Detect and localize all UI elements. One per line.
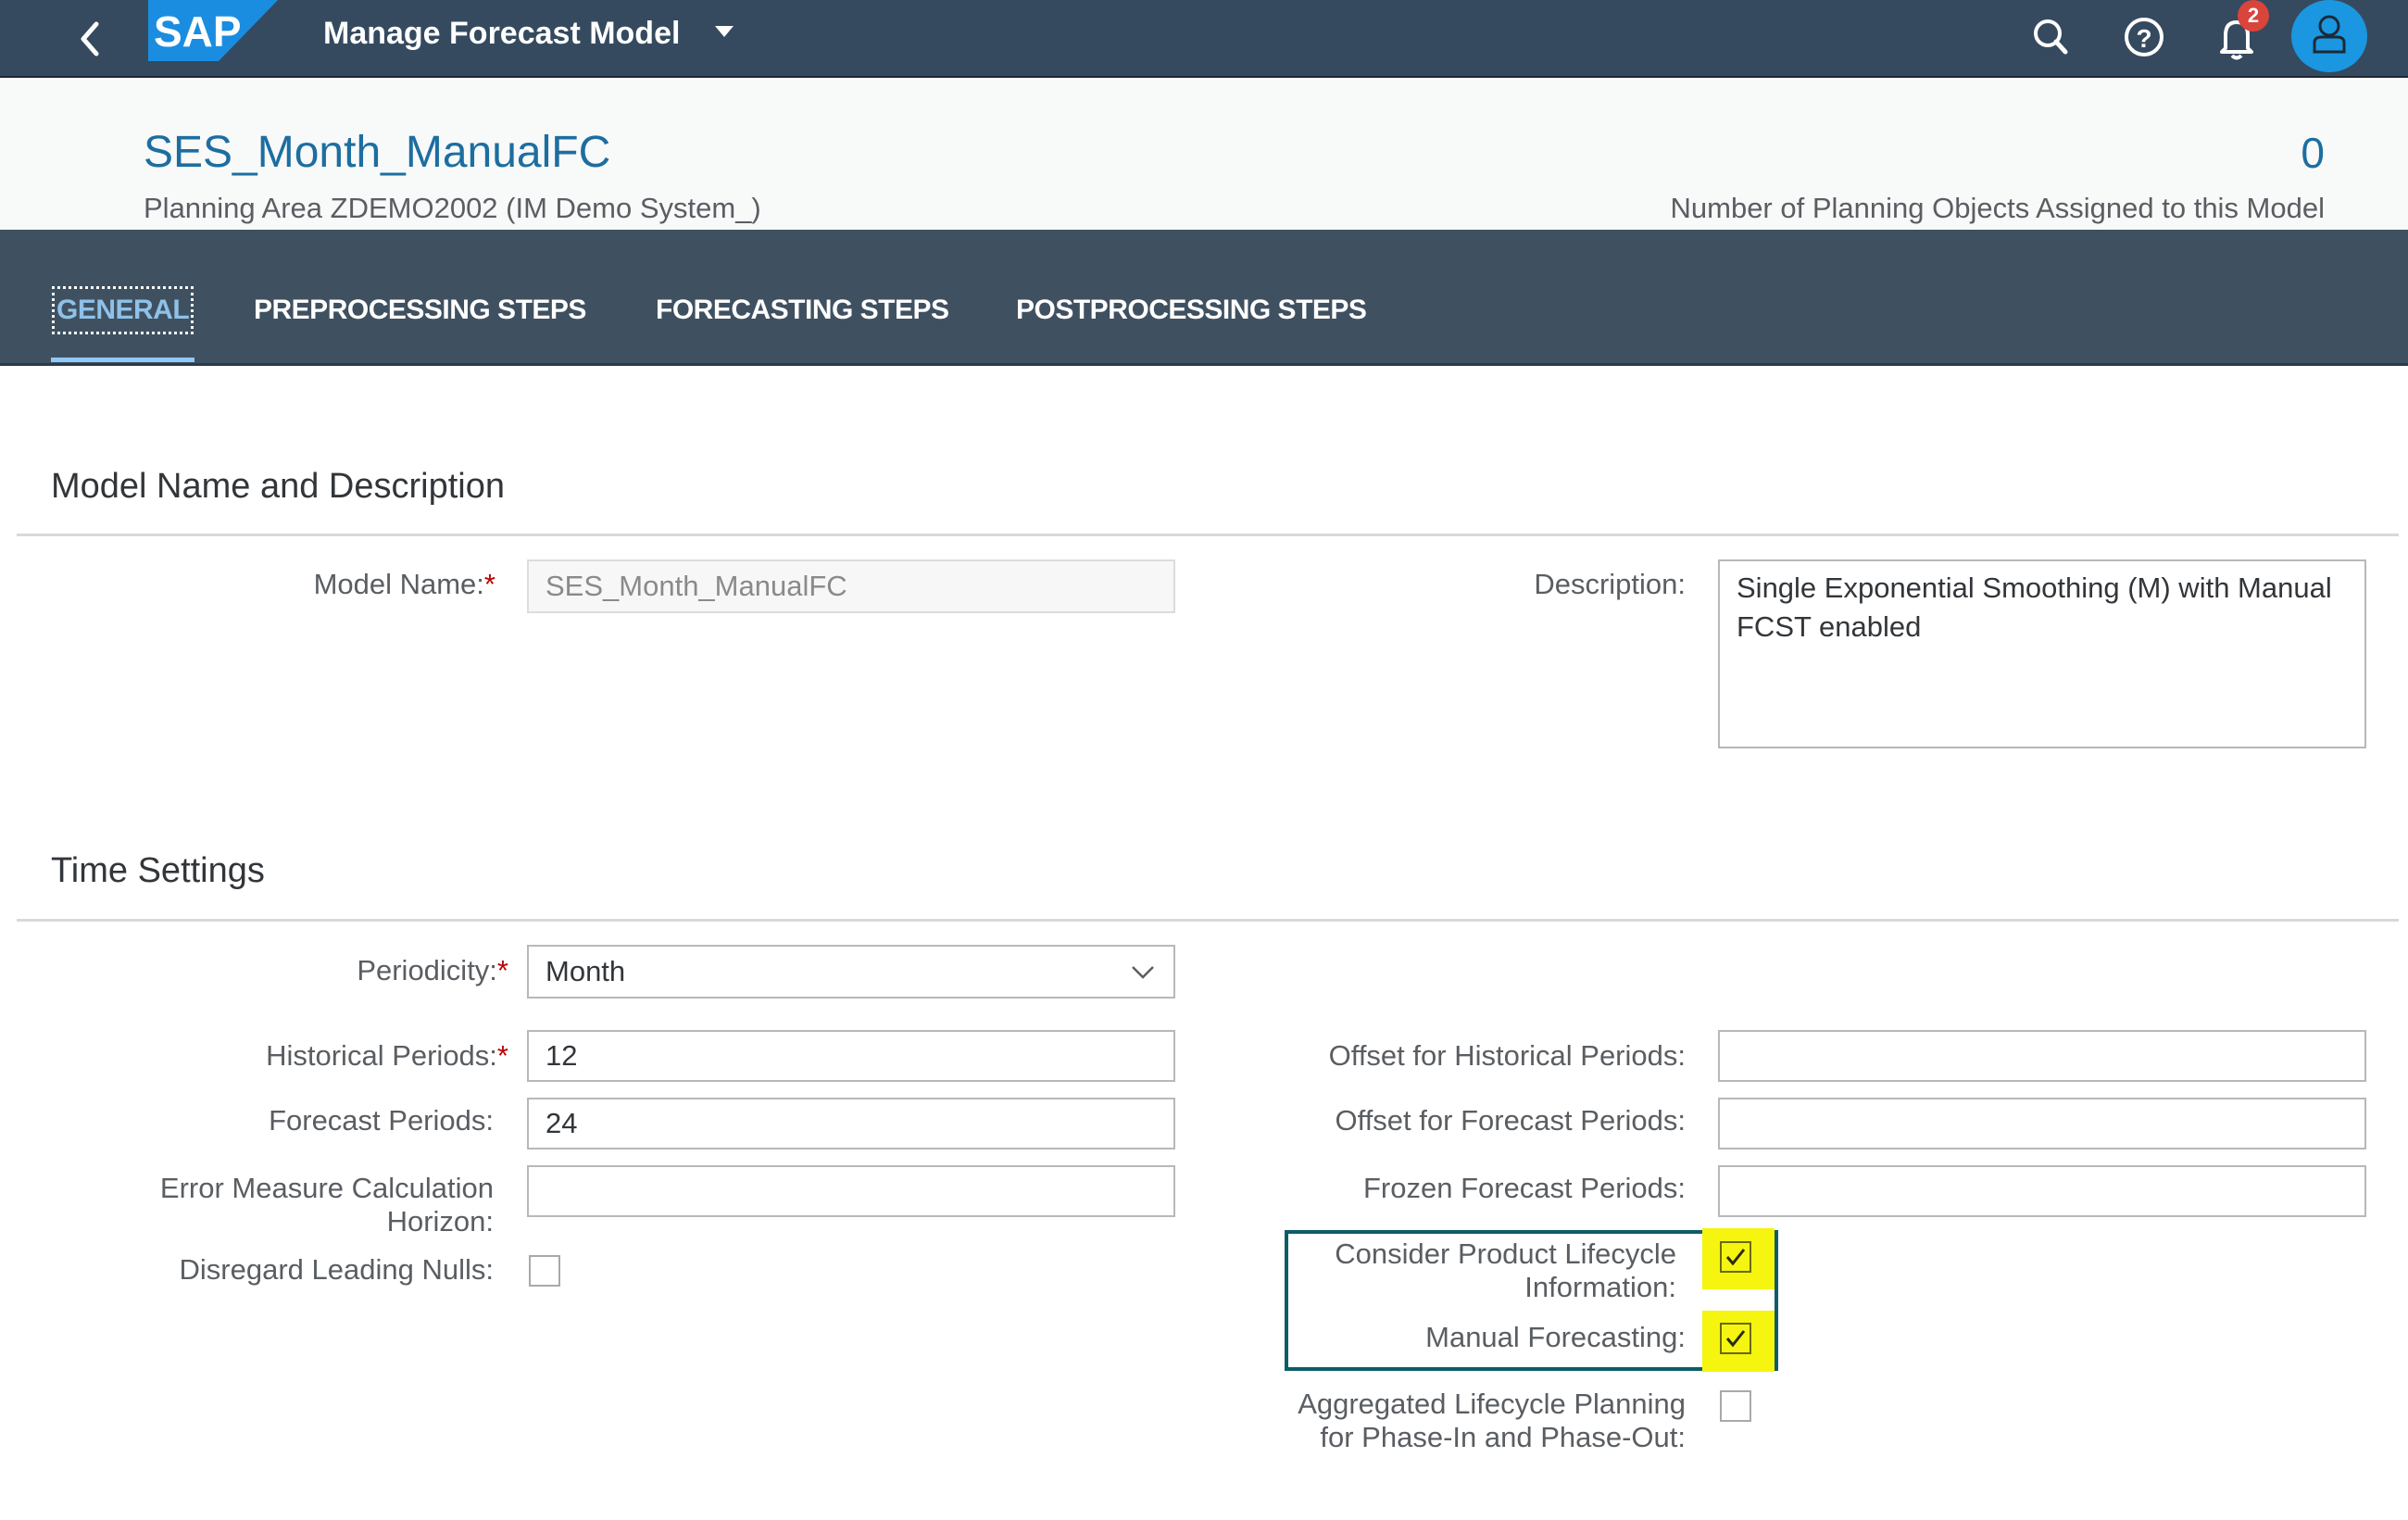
section-divider xyxy=(17,534,2399,536)
caret-down-icon[interactable] xyxy=(713,20,735,43)
description-label: Description: xyxy=(1534,568,1686,600)
required-marker: * xyxy=(496,1039,508,1072)
aggregated-lifecycle-label: Aggregated Lifecycle Planning for Phase-… xyxy=(1278,1388,1686,1454)
chevron-down-icon[interactable] xyxy=(1129,958,1157,986)
section-divider xyxy=(17,919,2399,922)
error-measure-label-line1: Error Measure Calculation xyxy=(159,1172,494,1204)
app-title[interactable]: Manage Forecast Model xyxy=(323,11,680,56)
error-measure-horizon-label: Error Measure Calculation Horizon: xyxy=(93,1172,494,1238)
section-title-time: Time Settings xyxy=(51,851,265,890)
notification-badge: 2 xyxy=(2238,0,2269,31)
planning-objects-label: Number of Planning Objects Assigned to t… xyxy=(1670,192,2326,224)
offset-historical-input[interactable] xyxy=(1718,1030,2366,1082)
tab-postprocessing-steps[interactable]: POSTPROCESSING STEPS xyxy=(1016,289,1367,332)
aggregated-lifecycle-checkbox[interactable] xyxy=(1720,1390,1751,1422)
frozen-forecast-input[interactable] xyxy=(1718,1165,2366,1217)
sap-logo[interactable]: SAP xyxy=(148,0,278,61)
object-title: SES_Month_ManualFC xyxy=(144,128,611,177)
forecast-periods-input[interactable] xyxy=(527,1098,1175,1149)
user-avatar-icon xyxy=(2313,15,2346,54)
model-name-label: Model Name:* xyxy=(185,568,495,601)
offset-historical-label: Offset for Historical Periods: xyxy=(1328,1039,1686,1072)
offset-forecast-input[interactable] xyxy=(1718,1098,2366,1149)
aggregated-lifecycle-label-line1: Aggregated Lifecycle Planning xyxy=(1298,1388,1686,1420)
error-measure-label-line2: Horizon: xyxy=(386,1205,494,1237)
periodicity-label-text: Periodicity: xyxy=(357,954,497,986)
model-name-input[interactable] xyxy=(527,559,1175,613)
historical-periods-input[interactable] xyxy=(527,1030,1175,1082)
user-avatar[interactable] xyxy=(2291,0,2367,72)
tab-selected-indicator xyxy=(51,358,194,362)
section-title-model: Model Name and Description xyxy=(51,467,506,506)
object-subtitle: Planning Area ZDEMO2002 (IM Demo System_… xyxy=(144,192,761,224)
search-icon xyxy=(2034,19,2068,55)
disregard-leading-nulls-checkbox[interactable] xyxy=(529,1255,560,1287)
checkmark-icon xyxy=(1725,1249,1746,1266)
historical-periods-label-text: Historical Periods: xyxy=(266,1039,497,1072)
historical-periods-label: Historical Periods:* xyxy=(185,1039,508,1073)
periodicity-label: Periodicity:* xyxy=(185,954,508,987)
svg-text:?: ? xyxy=(2136,24,2151,53)
search-button[interactable] xyxy=(2024,9,2079,65)
description-textarea[interactable]: Single Exponential Smoothing (M) with Ma… xyxy=(1718,559,2366,748)
forecast-periods-label: Forecast Periods: xyxy=(269,1104,494,1137)
model-name-label-text: Model Name: xyxy=(313,568,484,600)
tab-forecasting-steps[interactable]: FORECASTING STEPS xyxy=(656,289,949,332)
error-measure-horizon-input[interactable] xyxy=(527,1165,1175,1217)
required-marker: * xyxy=(496,954,508,986)
chevron-left-icon xyxy=(81,21,99,57)
planning-objects-count[interactable]: 0 xyxy=(2301,125,2325,181)
tab-preprocessing-steps[interactable]: PREPROCESSING STEPS xyxy=(254,289,586,332)
checkmark-icon xyxy=(1725,1330,1746,1348)
product-lifecycle-label: Consider Product Lifecycle Information: xyxy=(1297,1237,1676,1304)
logo-text: SAP xyxy=(154,7,242,56)
frozen-forecast-label: Frozen Forecast Periods: xyxy=(1362,1172,1686,1204)
periodicity-select[interactable]: Month xyxy=(527,945,1175,999)
help-button[interactable]: ? xyxy=(2116,9,2172,65)
back-button[interactable] xyxy=(67,11,113,67)
aggregated-lifecycle-label-line2: for Phase-In and Phase-Out: xyxy=(1320,1421,1686,1453)
product-lifecycle-label-line1: Consider Product Lifecycle xyxy=(1335,1237,1676,1270)
disregard-leading-nulls-label: Disregard Leading Nulls: xyxy=(179,1253,494,1286)
periodicity-value: Month xyxy=(546,955,626,987)
offset-forecast-label: Offset for Forecast Periods: xyxy=(1335,1104,1686,1137)
product-lifecycle-label-line2: Information: xyxy=(1524,1271,1676,1303)
help-icon: ? xyxy=(2125,18,2163,57)
required-marker: * xyxy=(483,568,495,600)
product-lifecycle-checkbox[interactable] xyxy=(1720,1241,1751,1273)
tab-general[interactable]: GENERAL xyxy=(51,286,194,334)
manual-forecasting-label: Manual Forecasting: xyxy=(1425,1321,1686,1353)
manual-forecasting-checkbox[interactable] xyxy=(1720,1323,1751,1354)
